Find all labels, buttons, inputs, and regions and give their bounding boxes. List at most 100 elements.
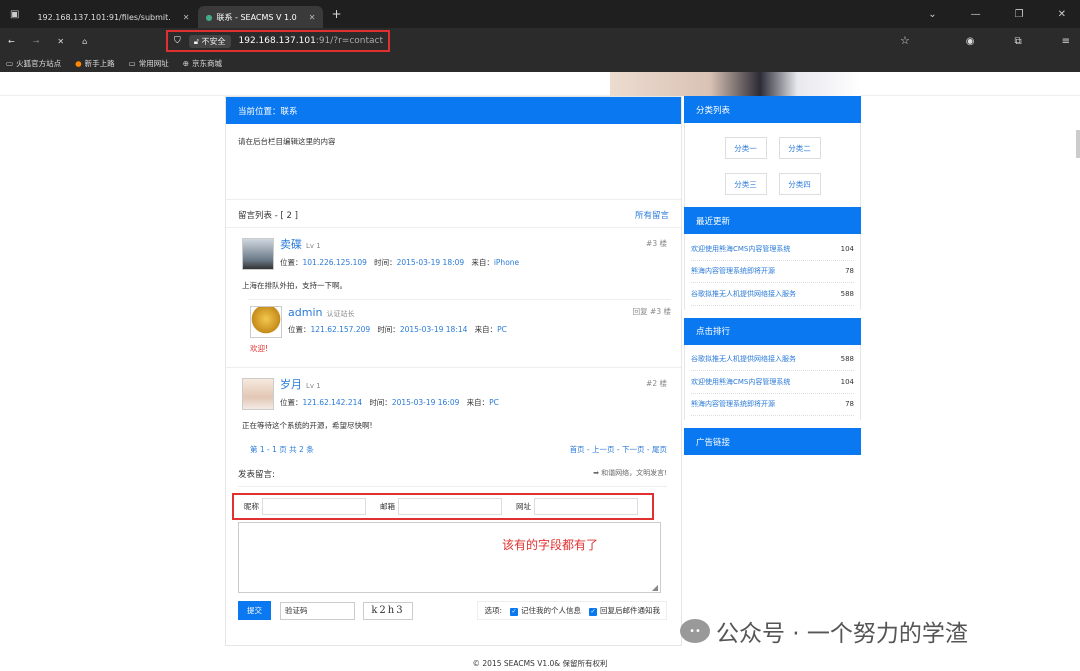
submit-button[interactable]: 提交 <box>238 601 271 620</box>
tab-submit[interactable]: 192.168.137.101:91/files/submit. ✕ <box>29 6 197 28</box>
site-banner <box>0 72 1080 96</box>
pagination: 第 1 - 1 页 共 2 条 首页 - 上一页 - 下一页 - 尾页 <box>226 444 681 455</box>
browser-tab-strip: ▣ 192.168.137.101:91/files/submit. ✕ ● 联… <box>0 0 1080 28</box>
bookmark-common-sites[interactable]: ▭ 常用网址 <box>129 58 169 69</box>
post-hint: ➡ 和谐网络，文明发言! <box>593 469 667 477</box>
restore-icon[interactable]: ❐ <box>1015 9 1024 20</box>
website-input[interactable] <box>534 498 638 515</box>
category-item[interactable]: 分类一 <box>724 137 767 159</box>
window-controls: ⌄ — ❐ ✕ <box>928 9 1080 20</box>
reply-meta: 位置：121.62.157.209 时间：2015-03-19 18:14 来自… <box>288 325 507 334</box>
list-item[interactable]: 欢迎使用熊海CMS内容管理系统 104 <box>691 371 854 394</box>
list-item[interactable]: 谷歌拟推无人机提供网络接入服务 588 <box>691 349 854 371</box>
close-icon[interactable]: ✕ <box>183 13 190 22</box>
reply-item: admin 认证站长 位置：121.62.157.209 时间：2015-03-1… <box>248 299 671 361</box>
message-meta: 位置：121.62.142.214 时间：2015-03-19 16:09 来自… <box>280 398 499 407</box>
avatar <box>242 378 274 410</box>
scrollbar-thumb[interactable] <box>1076 130 1080 158</box>
footer-copyright: © 2015 SEACMS V1.0& 保留所有权利 <box>472 659 608 668</box>
email-input[interactable] <box>398 498 502 515</box>
message-text: 正在等待这个系统的开源，希望尽快啊! <box>242 421 373 430</box>
bookmark-jd[interactable]: ⊕ 京东商城 <box>183 58 222 69</box>
email-field: 邮箱 <box>374 498 502 515</box>
home-icon[interactable]: ⌂ <box>82 37 87 46</box>
reply-text: 欢迎! <box>250 344 269 353</box>
tab-menu-icon[interactable]: ▣ <box>0 9 29 20</box>
captcha-input[interactable]: 验证码 <box>280 601 355 620</box>
pager-links[interactable]: 首页 - 上一页 - 下一页 - 尾页 <box>570 444 667 455</box>
stop-icon[interactable]: ✕ <box>57 37 64 46</box>
bookmarks-bar: ▭ 火狐官方站点 ● 新手上路 ▭ 常用网址 ⊕ 京东商城 <box>0 54 1080 72</box>
category-item[interactable]: 分类四 <box>778 173 821 195</box>
notify-checkbox[interactable]: ✓ 回复后邮件通知我 <box>589 605 660 616</box>
list-item[interactable]: 谷歌拟推无人机提供网络接入服务 588 <box>691 283 854 306</box>
back-icon[interactable]: ← <box>8 37 15 46</box>
lock-icon: 🔓︎ <box>193 36 199 46</box>
resize-handle-icon[interactable]: ◢ <box>652 583 658 592</box>
chevron-down-icon[interactable]: ⌄ <box>928 9 936 20</box>
category-item[interactable]: 分类二 <box>778 137 821 159</box>
insecure-badge[interactable]: 🔓︎ 不安全 <box>188 34 231 48</box>
new-tab-button[interactable]: + <box>331 7 341 21</box>
message-list-title: 留言列表 - [ 2 ] <box>238 211 298 221</box>
remember-checkbox[interactable]: ✓ 记住我的个人信息 <box>510 605 581 616</box>
forward-icon[interactable]: → <box>33 37 40 46</box>
form-actions: 提交 验证码 k2h3 选项: ✓ 记住我的个人信息 ✓ 回复后邮件通知我 <box>238 601 667 620</box>
nickname-input[interactable] <box>262 498 366 515</box>
avatar <box>242 238 274 270</box>
category-grid: 分类一 分类二 分类三 分类四 <box>684 123 861 207</box>
username[interactable]: admin <box>288 306 322 319</box>
admin-avatar <box>250 306 282 338</box>
message-meta: 位置：101.226.125.109 时间：2015-03-19 18:09 来… <box>280 258 520 267</box>
message-textarea[interactable]: ◢ <box>238 522 661 593</box>
reply-floor: 回复 #3 楼 <box>632 307 671 316</box>
user-level: Lv 1 <box>306 382 321 390</box>
list-item[interactable]: 欢迎使用熊海CMS内容管理系统 104 <box>691 238 854 261</box>
all-messages-link[interactable]: 所有留言 <box>635 209 669 221</box>
menu-icon[interactable]: ≡ <box>1062 36 1070 47</box>
tab-contact[interactable]: ● 联系 - SEACMS V 1.0 ✕ <box>197 6 324 28</box>
minimize-icon[interactable]: — <box>971 9 981 20</box>
options-group: 选项: ✓ 记住我的个人信息 ✓ 回复后邮件通知我 <box>477 601 667 620</box>
globe-icon: ● <box>205 12 213 22</box>
annotation-text: 该有的字段都有了 <box>502 538 599 552</box>
bookmark-firefox[interactable]: ▭ 火狐官方站点 <box>6 58 61 69</box>
shield-icon[interactable]: ⛉ <box>174 36 181 46</box>
post-title: 发表留言: <box>238 470 275 480</box>
account-icon[interactable]: ◉ <box>966 36 975 47</box>
close-icon[interactable]: ✕ <box>309 13 316 22</box>
banner-image <box>610 72 860 96</box>
navigation-bar: ← → ✕ ⌂ ⛉ 🔓︎ 不安全 192.168.137.101:91/?r=c… <box>0 28 1080 54</box>
recent-list: 欢迎使用熊海CMS内容管理系统 104 熊海内容管理系统即将开源 78 谷歌拟推无人… <box>684 234 861 310</box>
wechat-icon: •• <box>680 619 710 643</box>
message-text: 上海在排队外拍，支持一下啊。 <box>242 281 347 290</box>
captcha-image[interactable]: k2h3 <box>363 601 413 620</box>
form-fields-highlight: 昵称 邮箱 网址 <box>232 493 654 520</box>
post-form-header: 发表留言: ➡ 和谐网络，文明发言! <box>238 468 667 487</box>
floor-number: #2 楼 <box>646 379 667 388</box>
url-path: :91/?r=contact <box>315 36 384 46</box>
check-icon: ✓ <box>589 608 597 616</box>
list-item[interactable]: 熊海内容管理系统即将开源 78 <box>691 261 854 283</box>
close-window-icon[interactable]: ✕ <box>1058 9 1066 20</box>
tab-title: 联系 - SEACMS V 1.0 <box>216 12 297 22</box>
url-bar[interactable]: ⛉ 🔓︎ 不安全 192.168.137.101:91/?r=contact <box>166 30 390 52</box>
star-icon[interactable]: ☆ <box>900 34 910 47</box>
username[interactable]: 卖碟 <box>280 238 302 251</box>
tab-title: 192.168.137.101:91/files/submit. <box>37 12 171 22</box>
bookmark-getting-started[interactable]: ● 新手上路 <box>75 58 115 69</box>
list-item[interactable]: 熊海内容管理系统即将开源 78 <box>691 394 854 416</box>
extensions-icon[interactable]: ⧉ <box>1014 36 1021 47</box>
username[interactable]: 岁月 <box>280 378 302 391</box>
globe-icon: ⊕ <box>182 58 190 68</box>
message-list-header: 留言列表 - [ 2 ] 所有留言 <box>226 200 681 228</box>
user-level: Lv 1 <box>306 242 321 250</box>
sidebar: 分类列表 分类一 分类二 分类三 分类四 最近更新 欢迎使用熊海CMS内容管理系… <box>684 96 861 455</box>
pager-info: 第 1 - 1 页 共 2 条 <box>250 445 314 454</box>
toolbar-right: ◉ ⧉ ≡ <box>966 28 1080 54</box>
options-label: 选项: <box>484 606 502 615</box>
field-label: 网址 <box>516 502 531 511</box>
field-label: 昵称 <box>244 502 259 511</box>
main-content: 当前位置：联系 请在后台栏目编辑这里的内容 留言列表 - [ 2 ] 所有留言 … <box>225 96 682 646</box>
category-item[interactable]: 分类三 <box>724 173 767 195</box>
